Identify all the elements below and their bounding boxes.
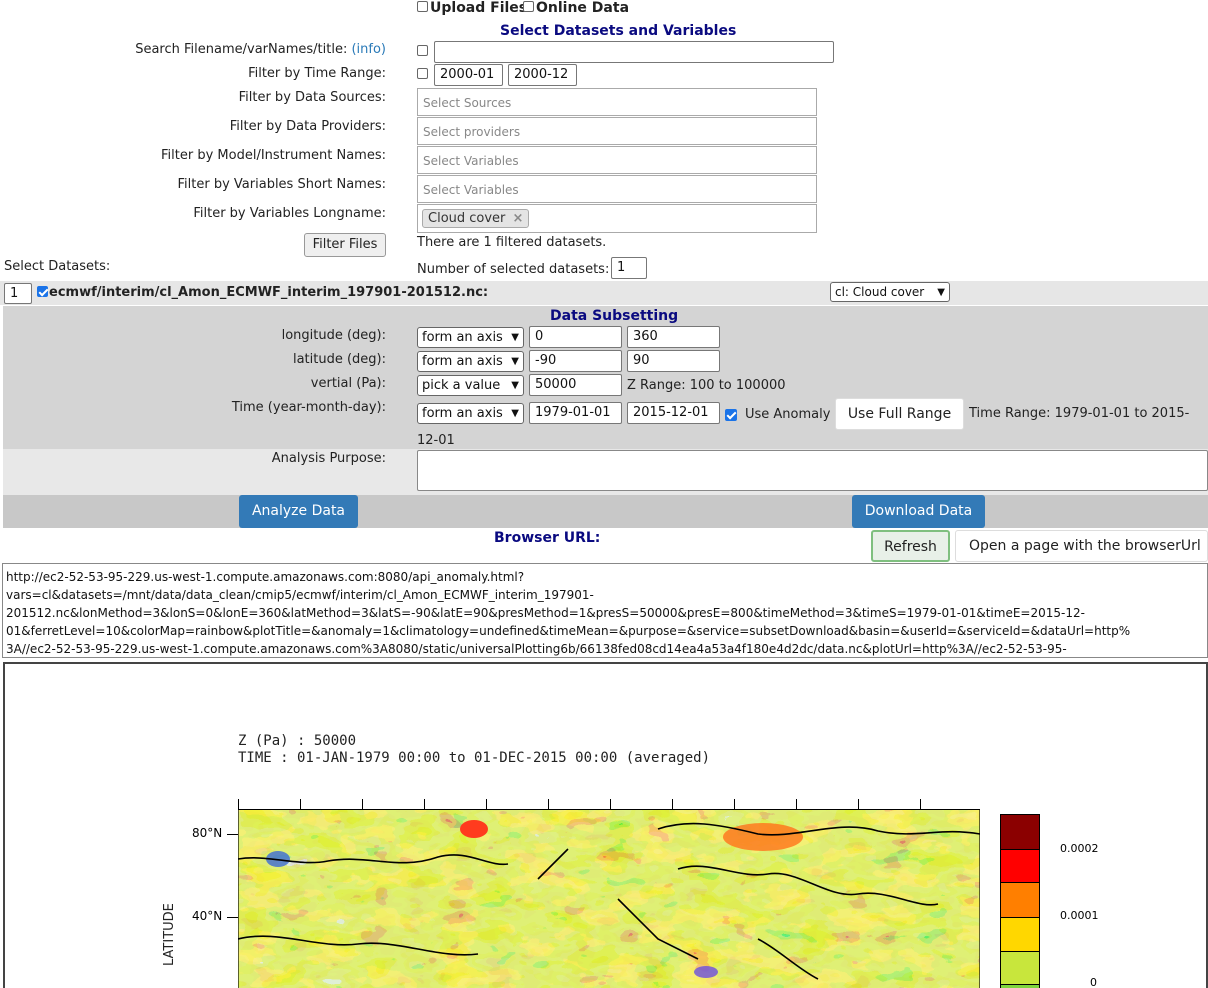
time-range-text: Time Range: 1979-01-01 to 2015- (969, 406, 1190, 421)
online-data-label: Online Data (536, 0, 630, 16)
vertical-label: vertial (Pa): (310, 376, 386, 391)
use-anomaly-checkbox[interactable] (725, 409, 737, 421)
colorbar-swatch (1001, 918, 1039, 952)
info-link[interactable]: (info) (351, 42, 386, 57)
select-datasets-label: Select Datasets: (4, 259, 111, 274)
download-data-button[interactable]: Download Data (852, 495, 985, 528)
chevron-down-icon: ▼ (511, 408, 519, 419)
lat-end-input[interactable]: 90 (627, 350, 720, 372)
chevron-down-icon: ▼ (511, 356, 519, 367)
dataset-name: ecmwf/interim/cl_Amon_ECMWF_interim_1979… (49, 285, 489, 300)
section-title: Select Datasets and Variables (500, 23, 737, 39)
browser-url-textarea[interactable]: http://ec2-52-53-95-229.us-west-1.comput… (2, 563, 1208, 658)
time-method-select[interactable]: form an axis ▼ (417, 403, 524, 424)
colorbar-swatch (1001, 952, 1039, 985)
upload-files-checkbox[interactable] (417, 1, 428, 12)
dataset-index-input[interactable]: 1 (4, 283, 32, 304)
time-end-input[interactable]: 2000-12 (508, 64, 577, 86)
providers-label: Filter by Data Providers: (229, 119, 386, 134)
z-range-text: Z Range: 100 to 100000 (627, 378, 786, 393)
time-range-text-cont: 12-01 (417, 433, 455, 448)
use-full-range-button[interactable]: Use Full Range (835, 398, 964, 430)
shortnames-select[interactable]: Select Variables (417, 175, 817, 203)
longname-tag[interactable]: Cloud cover × (422, 209, 530, 228)
vert-value-input[interactable]: 50000 (529, 374, 622, 396)
purpose-label: Analysis Purpose: (271, 451, 386, 466)
colorbar-label: 0.0002 (1060, 842, 1099, 855)
remove-tag-icon[interactable]: × (513, 211, 524, 226)
filtered-status: There are 1 filtered datasets. (417, 235, 607, 250)
upload-files-label: Upload Files (430, 0, 528, 16)
latitude-label: latitude (deg): (292, 352, 386, 367)
shortnames-label: Filter by Variables Short Names: (177, 177, 386, 192)
subsetting-title: Data Subsetting (550, 308, 679, 324)
num-selected-label: Number of selected datasets: (417, 262, 610, 277)
search-input[interactable] (434, 41, 834, 63)
map-hotspot (694, 966, 718, 978)
sources-label: Filter by Data Sources: (238, 90, 386, 105)
sources-select[interactable]: Select Sources (417, 88, 817, 116)
lat-tick-80n: 80°N (192, 826, 223, 840)
action-bar (3, 495, 1208, 528)
url-line: 3A//ec2-52-53-95-229.us-west-1.compute.a… (6, 642, 1067, 656)
time-start-field[interactable]: 1979-01-01 (529, 402, 622, 424)
lon-end-input[interactable]: 360 (627, 326, 720, 348)
colorbar (1000, 814, 1040, 988)
lat-method-select[interactable]: form an axis ▼ (417, 351, 524, 372)
open-page-button[interactable]: Open a page with the browserUrl (955, 530, 1208, 562)
lat-start-input[interactable]: -90 (529, 350, 622, 372)
lat-tick-mark (227, 917, 238, 918)
longitude-label: longitude (deg): (281, 328, 386, 343)
refresh-button[interactable]: Refresh (871, 530, 950, 562)
analyze-data-button[interactable]: Analyze Data (239, 495, 358, 528)
longname-select[interactable]: Cloud cover × (417, 204, 817, 233)
plot-frame: Z (Pa) : 50000 TIME : 01-JAN-1979 00:00 … (3, 662, 1208, 988)
longname-label: Filter by Variables Longname: (193, 206, 386, 221)
colorbar-label: 0 (1090, 976, 1097, 988)
use-anomaly-label: Use Anomaly (745, 407, 831, 422)
url-line: 01&ferretLevel=10&colorMap=rainbow&plotT… (6, 624, 1131, 638)
map-hotspot (723, 823, 803, 851)
providers-select[interactable]: Select providers (417, 117, 817, 145)
time-end-field[interactable]: 2015-12-01 (627, 402, 720, 424)
chevron-down-icon: ▼ (511, 380, 519, 391)
search-checkbox[interactable] (417, 45, 428, 56)
time-range-label: Filter by Time Range: (248, 66, 386, 81)
map-top-axis (238, 799, 980, 810)
search-label: Search Filename/varNames/title: (info) (135, 42, 386, 57)
latitude-axis-label: LATITUDE (162, 903, 177, 966)
lon-method-select[interactable]: form an axis ▼ (417, 327, 524, 348)
purpose-textarea[interactable] (417, 450, 1208, 491)
browser-url-label: Browser URL: (494, 530, 601, 546)
dataset-checkbox[interactable] (37, 286, 48, 297)
model-label: Filter by Model/Instrument Names: (161, 148, 386, 163)
lon-start-input[interactable]: 0 (529, 326, 622, 348)
time-start-input[interactable]: 2000-01 (434, 64, 503, 86)
dataset-row: 1 ecmwf/interim/cl_Amon_ECMWF_interim_19… (0, 281, 1208, 305)
url-line: vars=cl&datasets=/mnt/data/data_clean/cm… (6, 588, 594, 602)
plot-header-z: Z (Pa) : 50000 (238, 733, 357, 749)
colorbar-swatch (1001, 883, 1039, 918)
url-line: 201512.nc&lonMethod=3&lonS=0&lonE=360&la… (6, 606, 1085, 620)
colorbar-swatch (1001, 815, 1039, 850)
url-line: http://ec2-52-53-95-229.us-west-1.comput… (6, 570, 525, 584)
cloud-cover-map (238, 809, 980, 988)
map-hotspot (460, 820, 488, 838)
online-data-checkbox[interactable] (523, 1, 534, 12)
filter-files-button[interactable]: Filter Files (304, 233, 386, 257)
variable-select[interactable]: cl: Cloud cover ▼ (830, 282, 950, 302)
time-label: Time (year-month-day): (231, 400, 386, 415)
chevron-down-icon: ▼ (937, 287, 945, 298)
lat-tick-40n: 40°N (192, 909, 223, 923)
num-selected-input[interactable]: 1 (611, 257, 647, 279)
plot-header-time: TIME : 01-JAN-1979 00:00 to 01-DEC-2015 … (238, 750, 711, 766)
model-select[interactable]: Select Variables (417, 146, 817, 174)
chevron-down-icon: ▼ (511, 332, 519, 343)
vert-method-select[interactable]: pick a value ▼ (417, 375, 524, 396)
colorbar-label: 0.0001 (1060, 909, 1099, 922)
colorbar-swatch (1001, 850, 1039, 883)
lat-tick-mark (227, 834, 238, 835)
time-range-checkbox[interactable] (417, 68, 428, 79)
